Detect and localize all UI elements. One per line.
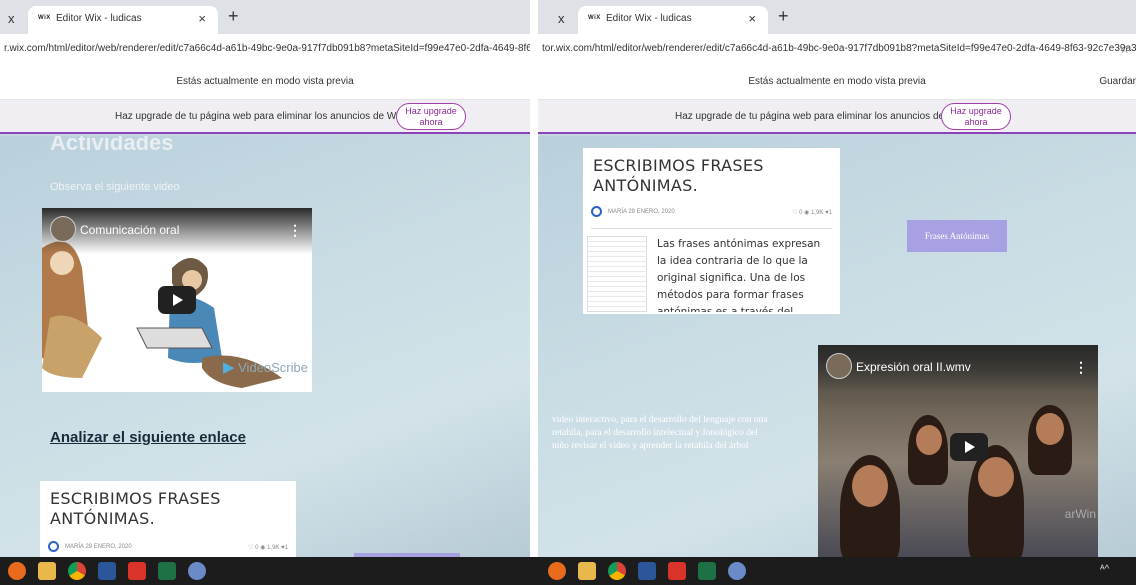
- paint-icon[interactable]: [728, 562, 746, 580]
- card-stats: ♡ 0 ◉ 1,9K ♥1: [248, 545, 288, 551]
- observa-text: Observa el siguiente video: [50, 181, 180, 193]
- upgrade-button[interactable]: Haz upgrade ahora: [941, 103, 1011, 130]
- tab-close-icon[interactable]: ×: [198, 11, 206, 26]
- card-excerpt: Las frases antónimas expresan la idea co…: [657, 238, 821, 312]
- tab-editor-wix[interactable]: WiX Editor Wix - ludicas ×: [28, 6, 218, 34]
- author-avatar: [591, 206, 602, 217]
- frases-antonimas-button[interactable]: Frases Antónimas: [907, 220, 1007, 252]
- wix-icon: WiX: [38, 15, 51, 21]
- channel-avatar: [50, 216, 76, 242]
- address-bar[interactable]: r.wix.com/html/editor/web/renderer/edit/…: [0, 34, 530, 64]
- word-icon[interactable]: [98, 562, 116, 580]
- paint-icon[interactable]: [188, 562, 206, 580]
- card-title: ESCRIBIMOS FRASES ANTÓNIMAS.: [50, 489, 221, 528]
- tab-editor-wix[interactable]: WiX Editor Wix - ludicas ×: [578, 6, 768, 34]
- chrome-icon[interactable]: [608, 562, 626, 580]
- section-title: Actividades: [50, 136, 174, 155]
- preview-text: Estás actualmente en modo vista previa: [176, 76, 354, 87]
- new-tab-button[interactable]: +: [228, 6, 239, 27]
- analizar-link[interactable]: Analizar el siguiente enlace: [50, 429, 246, 446]
- pdf-icon[interactable]: [668, 562, 686, 580]
- address-bar[interactable]: tor.wix.com/html/editor/web/renderer/edi…: [538, 34, 1136, 64]
- play-button-icon[interactable]: [158, 286, 196, 314]
- system-tray[interactable]: ᴬ^: [1100, 564, 1109, 575]
- excel-icon[interactable]: [698, 562, 716, 580]
- upgrade-banner: Haz upgrade de tu página web para elimin…: [538, 100, 1136, 134]
- wix-icon: WiX: [588, 15, 601, 21]
- card-stats: ♡ 0 ◉ 1,9K ♥1: [792, 210, 832, 216]
- page-content: Actividades Observa el siguiente video C…: [0, 136, 530, 557]
- card-meta: MARÍA 29 ENERO, 2020: [591, 206, 675, 217]
- file-explorer-icon[interactable]: [38, 562, 56, 580]
- card-divider: [591, 228, 832, 229]
- tab-bar: x WiX Editor Wix - ludicas × +: [0, 0, 530, 34]
- firefox-icon[interactable]: [8, 562, 26, 580]
- play-button-icon[interactable]: [950, 433, 988, 461]
- more-options-icon[interactable]: ⋮: [288, 222, 302, 239]
- blog-card[interactable]: ESCRIBIMOS FRASES ANTÓNIMAS. MARÍA 29 EN…: [40, 481, 296, 557]
- card-title: ESCRIBIMOS FRASES ANTÓNIMAS.: [593, 156, 764, 195]
- right-browser-window: x WiX Editor Wix - ludicas × + tor.wix.c…: [538, 0, 1136, 557]
- window-divider: [530, 0, 538, 557]
- watermark-text: VideoScribe: [238, 360, 308, 375]
- card-meta: MARÍA 29 ENERO, 2020: [48, 541, 132, 552]
- close-icon[interactable]: x: [8, 11, 15, 26]
- pdf-icon[interactable]: [128, 562, 146, 580]
- new-tab-button[interactable]: +: [778, 6, 789, 27]
- preview-banner: Estás actualmente en modo vista previa: [0, 64, 530, 100]
- left-browser-window: x WiX Editor Wix - ludicas × + r.wix.com…: [0, 0, 530, 557]
- chrome-icon[interactable]: [68, 562, 86, 580]
- preview-text: Estás actualmente en modo vista previa: [748, 76, 926, 87]
- url-text: tor.wix.com/html/editor/web/renderer/edi…: [542, 43, 1136, 54]
- channel-avatar: [826, 353, 852, 379]
- word-icon[interactable]: [638, 562, 656, 580]
- tab-close-icon[interactable]: ×: [748, 11, 756, 26]
- blog-card[interactable]: ESCRIBIMOS FRASES ANTÓNIMAS. MARÍA 29 EN…: [583, 148, 840, 314]
- card-thumbnail: [587, 236, 647, 312]
- file-explorer-icon[interactable]: [578, 562, 596, 580]
- windows-taskbar: ᴬ^: [0, 557, 1136, 585]
- video-comunicacion-oral[interactable]: Comunicación oral ⋮ ▶ VideoScribe: [42, 208, 312, 392]
- author-avatar: [48, 541, 59, 552]
- excel-icon[interactable]: [158, 562, 176, 580]
- page-content: ESCRIBIMOS FRASES ANTÓNIMAS. MARÍA 29 EN…: [538, 136, 1136, 557]
- upgrade-button[interactable]: Haz upgrade ahora: [396, 103, 466, 130]
- preview-banner: Estás actualmente en modo vista previa G…: [538, 64, 1136, 100]
- tab-title: Editor Wix - ludicas: [606, 13, 692, 24]
- upgrade-text: Haz upgrade de tu página web para elimin…: [675, 111, 964, 122]
- tab-bar: x WiX Editor Wix - ludicas × +: [538, 0, 1136, 34]
- video-title: Expresión oral II.wmv: [856, 360, 971, 374]
- video-description: video interactivo, para el desarrollo de…: [552, 415, 768, 451]
- watermark-text: arWin: [1064, 507, 1096, 521]
- guardar-button[interactable]: Guardar: [1099, 76, 1136, 87]
- upgrade-banner: Haz upgrade de tu página web para elimin…: [0, 100, 530, 134]
- video-title: Comunicación oral: [80, 223, 180, 237]
- tab-title: Editor Wix - ludicas: [56, 13, 142, 24]
- videoscribe-watermark: ▶ VideoScribe: [222, 359, 308, 376]
- upgrade-text: Haz upgrade de tu página web para elimin…: [115, 111, 404, 122]
- firefox-icon[interactable]: [548, 562, 566, 580]
- bookmark-star-icon[interactable]: ☆: [1119, 42, 1130, 56]
- video-expresion-oral[interactable]: Expresión oral II.wmv ⋮ arWin: [818, 345, 1098, 557]
- close-icon[interactable]: x: [558, 11, 565, 26]
- more-options-icon[interactable]: ⋮: [1074, 359, 1088, 376]
